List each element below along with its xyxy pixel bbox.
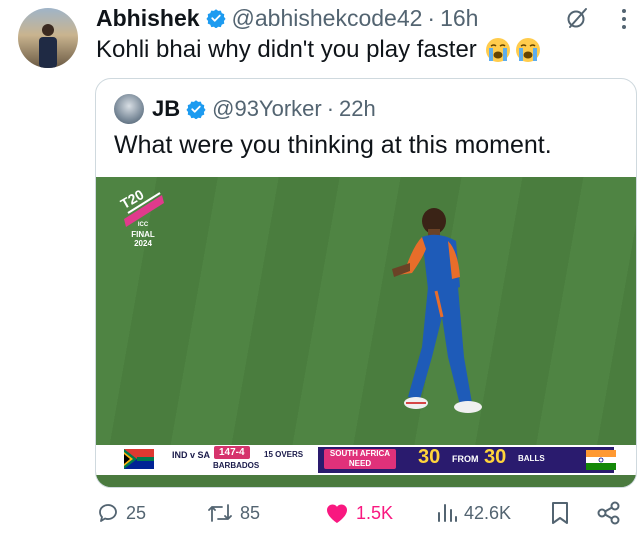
tweet-text-content: Kohli bhai why didn't you play faster <box>96 36 477 63</box>
author-line: Abhishek @abhishekcode42 · 16h <box>96 4 478 32</box>
author-avatar[interactable] <box>18 8 78 68</box>
repost-count: 85 <box>240 502 261 523</box>
share-button[interactable] <box>596 496 628 530</box>
views-chart-icon <box>438 504 457 522</box>
loudly-crying-face-icon <box>485 38 510 62</box>
cricket-field <box>96 177 636 445</box>
more-options-icon[interactable] <box>620 6 628 32</box>
logo-icc-text: ICC <box>137 222 149 228</box>
avatar-person-icon <box>39 24 57 68</box>
target-runs: 30 <box>418 446 441 468</box>
quoted-post-time[interactable]: 22h <box>339 96 376 122</box>
scorebar-venue: BARBADOS <box>213 461 260 470</box>
scorebar-score: 147-4 <box>214 446 250 459</box>
action-bar: 25 85 1.5K 42.6K <box>96 496 636 530</box>
verified-badge-icon <box>205 9 226 28</box>
target-label: SOUTH AFRICA NEED <box>324 449 396 469</box>
bookmark-icon <box>552 502 568 524</box>
quoted-media-image[interactable]: T20 ICC FINAL 2024 IND v SA 147-4 BARBAD… <box>96 177 636 487</box>
target-from: FROM <box>452 454 479 464</box>
quoted-tweet-text: What were you thinking at this moment. <box>114 131 552 159</box>
post-time[interactable]: 16h <box>440 5 478 32</box>
quoted-author-name[interactable]: JB <box>152 96 180 122</box>
reply-icon <box>99 504 117 522</box>
like-count: 1.5K <box>356 502 394 523</box>
india-flag-icon <box>586 450 616 470</box>
grok-icon[interactable] <box>565 6 589 30</box>
cricket-player-figure <box>392 208 482 413</box>
reply-count: 25 <box>126 502 147 523</box>
scorebar-teams: IND v SA <box>172 450 211 460</box>
scorebar-overs: 15 OVERS <box>264 450 304 459</box>
reply-button[interactable]: 25 <box>96 496 146 530</box>
target-balls: 30 <box>484 446 507 468</box>
logo-year-text: 2024 <box>134 239 152 248</box>
separator-dot: · <box>326 96 335 121</box>
like-button[interactable]: 1.5K <box>324 496 393 530</box>
author-name[interactable]: Abhishek <box>96 5 200 32</box>
bookmark-button[interactable] <box>550 496 576 530</box>
logo-final-text: FINAL <box>131 230 155 239</box>
target-label-need: NEED <box>348 459 372 468</box>
target-balls-label: BALLS <box>518 454 545 463</box>
share-icon <box>597 501 620 525</box>
tweet-text: Kohli bhai why didn't you play faster <box>96 36 541 64</box>
verified-badge-icon <box>186 100 206 119</box>
view-count: 42.6K <box>464 502 512 523</box>
separator-dot: · <box>427 4 436 31</box>
quoted-author-avatar[interactable] <box>114 94 144 124</box>
loudly-crying-face-icon <box>515 38 540 62</box>
repost-button[interactable]: 85 <box>206 496 260 530</box>
quoted-tweet[interactable]: JB @93Yorker · 22h What were you thinkin… <box>95 78 637 488</box>
views-button[interactable]: 42.6K <box>436 496 511 530</box>
south-africa-flag-icon <box>124 449 154 469</box>
logo-caption: ICC FINAL 2024 <box>116 221 170 248</box>
author-handle[interactable]: @abhishekcode42 <box>232 5 423 32</box>
scorebar: IND v SA 147-4 BARBADOS 15 OVERS SOUTH A… <box>96 445 636 475</box>
field-strip <box>96 475 636 487</box>
target-label-team: SOUTH AFRICA <box>329 449 391 458</box>
heart-icon <box>326 504 348 523</box>
quoted-author-handle[interactable]: @93Yorker <box>212 96 322 122</box>
repost-icon <box>208 504 232 522</box>
quoted-author-line: JB @93Yorker · 22h <box>152 93 376 125</box>
